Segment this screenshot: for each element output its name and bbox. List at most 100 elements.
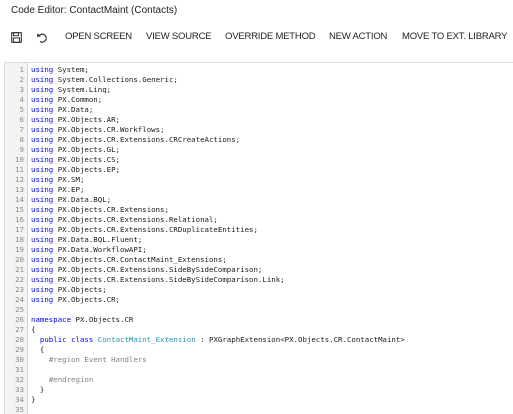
code-line[interactable]: 27 { bbox=[5, 325, 510, 335]
code-token: PX.EP; bbox=[53, 185, 85, 194]
code-token: using bbox=[31, 165, 54, 174]
line-number: 2 bbox=[19, 75, 24, 84]
code-token: System.Linq; bbox=[53, 85, 112, 94]
code-token: PX.Objects.CR; bbox=[53, 295, 120, 304]
code-text: using PX.Objects.CR; bbox=[31, 295, 120, 305]
code-token: PX.Data.BQL.Fluent; bbox=[53, 235, 143, 244]
code-text: #endregion bbox=[31, 375, 94, 385]
code-line[interactable]: 8 using PX.Objects.CR.Extensions.CRCreate… bbox=[5, 135, 510, 145]
code-text: using PX.Data.BQL.Fluent; bbox=[31, 235, 142, 245]
code-line[interactable]: 11 using PX.Objects.EP; bbox=[5, 165, 510, 175]
code-line[interactable]: 28 public class ContactMaint_Extension :… bbox=[5, 335, 510, 345]
line-number: 5 bbox=[19, 105, 24, 114]
override-method-button[interactable]: OVERRIDE METHOD bbox=[225, 30, 316, 44]
code-line[interactable]: 4 using PX.Common; bbox=[5, 95, 510, 105]
code-text: using PX.Objects.CR.ContactMaint_Extensi… bbox=[31, 255, 227, 265]
code-token: using bbox=[31, 135, 54, 144]
code-line[interactable]: 9 using PX.Objects.GL; bbox=[5, 145, 510, 155]
code-line[interactable]: 29 { bbox=[5, 345, 510, 355]
code-line[interactable]: 21 using PX.Objects.CR.Extensions.SideByS… bbox=[5, 265, 510, 275]
code-text: using PX.Objects.CR.Workflows; bbox=[31, 125, 165, 135]
code-line[interactable]: 5 using PX.Data; bbox=[5, 105, 510, 115]
code-text: using System.Linq; bbox=[31, 85, 111, 95]
line-number: 16 bbox=[15, 215, 24, 224]
code-line[interactable]: 12 using PX.SM; bbox=[5, 175, 510, 185]
code-line[interactable]: 34} bbox=[5, 395, 510, 405]
code-token: using bbox=[31, 155, 54, 164]
line-number: 4 bbox=[19, 95, 24, 104]
code-token: #region Event Handlers bbox=[48, 355, 147, 364]
code-text: using System; bbox=[31, 65, 89, 75]
code-line[interactable]: 18 using PX.Data.BQL.Fluent; bbox=[5, 235, 510, 245]
code-line[interactable]: 16 using PX.Objects.CR.Extensions.Relatio… bbox=[5, 215, 510, 225]
save-icon[interactable] bbox=[9, 30, 23, 44]
line-number: 14 bbox=[15, 195, 24, 204]
code-line[interactable]: 26 namespace PX.Objects.CR bbox=[5, 315, 510, 325]
code-line[interactable]: 10 using PX.Objects.CS; bbox=[5, 155, 510, 165]
code-line[interactable]: 2 using System.Collections.Generic; bbox=[5, 75, 510, 85]
code-token: using bbox=[31, 285, 54, 294]
line-number: 25 bbox=[15, 305, 24, 314]
code-text: using PX.Objects.AR; bbox=[31, 115, 120, 125]
code-token: PX.Data; bbox=[53, 105, 94, 114]
code-line[interactable]: 24 using PX.Objects.CR; bbox=[5, 295, 510, 305]
line-number: 24 bbox=[15, 295, 24, 304]
code-token: using bbox=[31, 295, 54, 304]
code-token: PX.SM; bbox=[53, 175, 85, 184]
code-token: PX.Objects.CR.Extensions; bbox=[53, 205, 169, 214]
line-number: 1 bbox=[19, 65, 24, 74]
view-source-button[interactable]: VIEW SOURCE bbox=[146, 30, 212, 44]
code-text: using PX.Objects.EP; bbox=[31, 165, 120, 175]
code-line[interactable]: 19 using PX.Data.WorkflowAPI; bbox=[5, 245, 510, 255]
code-line[interactable]: 32 #endregion bbox=[5, 375, 510, 385]
code-line[interactable]: 22 using PX.Objects.CR.Extensions.SideByS… bbox=[5, 275, 510, 285]
code-text: using PX.Data.BQL; bbox=[31, 195, 111, 205]
code-text: using PX.SM; bbox=[31, 175, 84, 185]
code-line[interactable]: 25 bbox=[5, 305, 510, 315]
code-token: using bbox=[31, 195, 54, 204]
code-token: System.Collections.Generic; bbox=[53, 75, 178, 84]
line-number: 26 bbox=[15, 315, 24, 324]
code-line[interactable]: 20 using PX.Objects.CR.ContactMaint_Exten… bbox=[5, 255, 510, 265]
code-token: PX.Data.BQL; bbox=[53, 195, 112, 204]
code-line[interactable]: 13 using PX.EP; bbox=[5, 185, 510, 195]
code-token: using bbox=[31, 255, 54, 264]
open-screen-button[interactable]: OPEN SCREEN bbox=[65, 30, 132, 44]
code-token: PX.Objects.CS; bbox=[53, 155, 120, 164]
code-line[interactable]: 6 using PX.Objects.AR; bbox=[5, 115, 510, 125]
new-action-button[interactable]: NEW ACTION bbox=[329, 30, 387, 44]
code-token: { bbox=[31, 345, 45, 354]
code-line[interactable]: 30 #region Event Handlers bbox=[5, 355, 510, 365]
line-number: 3 bbox=[19, 85, 24, 94]
code-line[interactable]: 17 using PX.Objects.CR.Extensions.CRDupli… bbox=[5, 225, 510, 235]
line-number: 27 bbox=[15, 325, 24, 334]
code-line[interactable]: 3 using System.Linq; bbox=[5, 85, 510, 95]
code-token: PX.Objects.CR.Extensions.SideBySideCompa… bbox=[53, 265, 263, 274]
undo-icon[interactable] bbox=[35, 30, 49, 44]
code-line[interactable]: 1 using System; bbox=[5, 65, 510, 75]
code-text: using PX.Objects.CR.Extensions.CRDuplica… bbox=[31, 225, 258, 235]
code-token: : PXGraphExtension<PX.Objects.CR.Contact… bbox=[195, 335, 405, 344]
line-number: 30 bbox=[15, 355, 24, 364]
code-line[interactable]: 15 using PX.Objects.CR.Extensions; bbox=[5, 205, 510, 215]
move-to-ext-library-button[interactable]: MOVE TO EXT. LIBRARY bbox=[402, 30, 507, 44]
code-token: using bbox=[31, 125, 54, 134]
code-line[interactable]: 14 using PX.Data.BQL; bbox=[5, 195, 510, 205]
code-token: using bbox=[31, 105, 54, 114]
code-line[interactable]: 7 using PX.Objects.CR.Workflows; bbox=[5, 125, 510, 135]
code-token: class bbox=[71, 335, 94, 344]
code-text: using PX.Data; bbox=[31, 105, 93, 115]
code-token: { bbox=[31, 325, 36, 334]
code-text: public class ContactMaint_Extension : PX… bbox=[31, 335, 405, 345]
code-line[interactable]: 23 using PX.Objects; bbox=[5, 285, 510, 295]
line-number: 21 bbox=[15, 265, 24, 274]
code-line[interactable]: 31 bbox=[5, 365, 510, 375]
line-number: 29 bbox=[15, 345, 24, 354]
code-line[interactable]: 33 } bbox=[5, 385, 510, 395]
line-number: 12 bbox=[15, 175, 24, 184]
code-token: PX.Common; bbox=[53, 95, 103, 104]
code-token: PX.Objects.CR.Extensions.Relational; bbox=[53, 215, 218, 224]
code-editor[interactable]: 1 using System; 2 using System.Collections.… bbox=[4, 62, 513, 414]
